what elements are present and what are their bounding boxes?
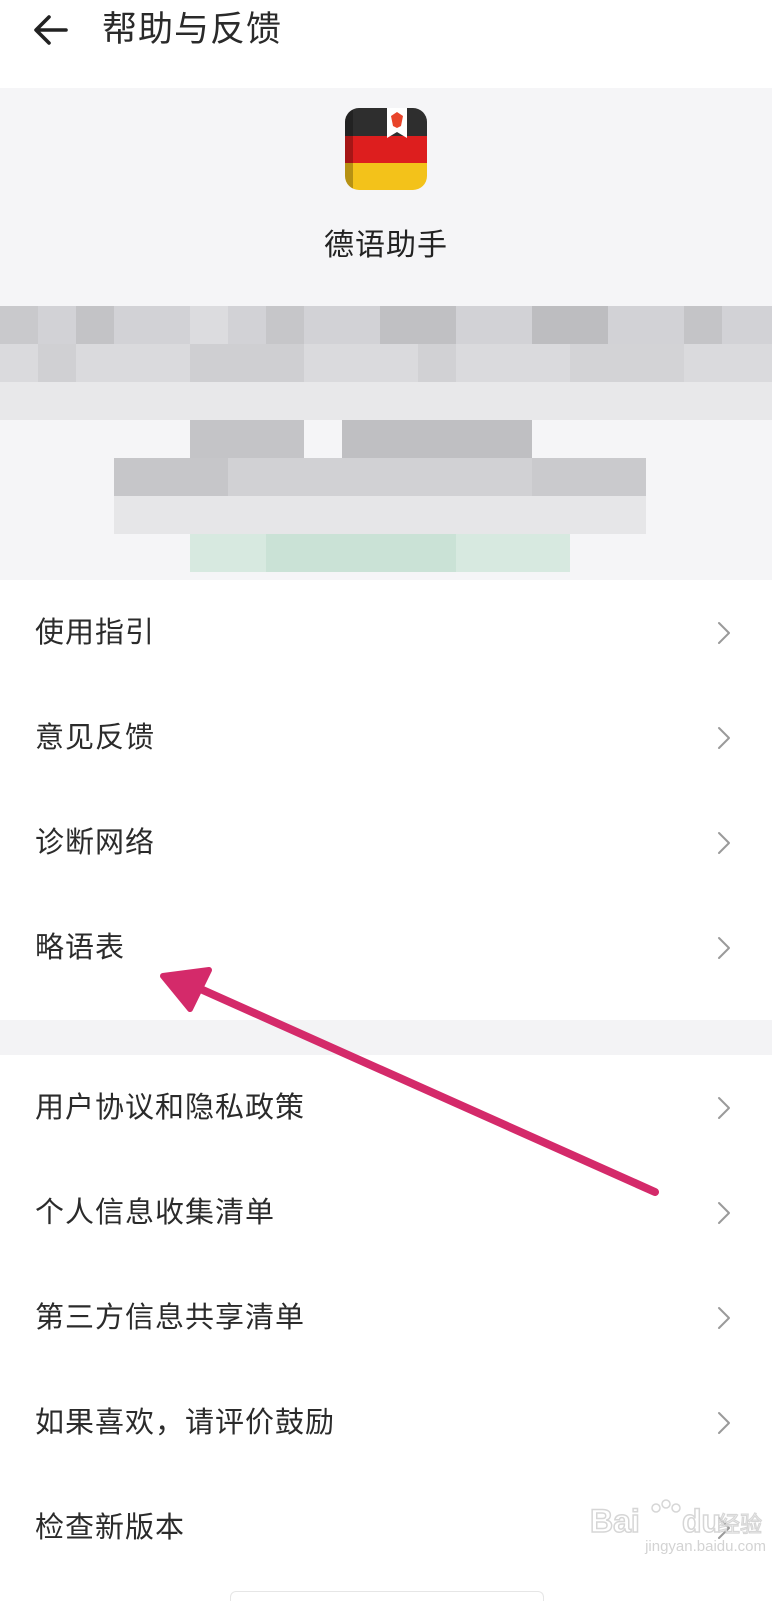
chevron-right-icon <box>718 727 730 749</box>
baidu-jingyan-watermark: Bai du 经验 jingyan.baidu.com <box>589 1498 766 1578</box>
menu-item-label: 略语表 <box>35 930 126 964</box>
svg-text:du: du <box>682 1503 721 1539</box>
menu-item-label: 用户协议和隐私政策 <box>35 1090 306 1124</box>
svg-text:Bai: Bai <box>590 1503 640 1539</box>
back-button[interactable] <box>26 6 74 54</box>
blurred-version-info <box>0 306 772 572</box>
chevron-right-icon <box>718 1412 730 1434</box>
app-info-section: 德语助手 <box>0 88 772 593</box>
menu-item-abbreviations[interactable]: 略语表 <box>0 895 772 1000</box>
watermark-url: jingyan.baidu.com <box>645 1538 766 1555</box>
menu-item-label: 检查新版本 <box>35 1510 186 1544</box>
baidu-logo-icon: Bai du 经验 <box>589 1499 763 1540</box>
chevron-right-icon <box>718 622 730 644</box>
menu-item-label: 第三方信息共享清单 <box>35 1300 306 1334</box>
app-name: 德语助手 <box>324 228 448 263</box>
chevron-right-icon <box>718 832 730 854</box>
page-title: 帮助与反馈 <box>102 10 283 50</box>
chevron-right-icon <box>718 1307 730 1329</box>
chevron-right-icon <box>718 937 730 959</box>
app-logo-icon <box>345 108 427 190</box>
menu-item-personal-info-list[interactable]: 个人信息收集清单 <box>0 1160 772 1265</box>
chevron-right-icon <box>718 1097 730 1119</box>
menu-item-label: 如果喜欢，请评价鼓励 <box>35 1405 336 1439</box>
menu-item-third-party-sharing[interactable]: 第三方信息共享清单 <box>0 1265 772 1370</box>
menu-item-label: 使用指引 <box>35 615 156 649</box>
menu-item-label: 诊断网络 <box>35 825 156 859</box>
svg-text:经验: 经验 <box>718 1513 762 1538</box>
chevron-right-icon <box>718 1202 730 1224</box>
menu-item-usage-guide[interactable]: 使用指引 <box>0 580 772 685</box>
app-header: 帮助与反馈 <box>0 0 772 88</box>
menu-item-rate-app[interactable]: 如果喜欢，请评价鼓励 <box>0 1370 772 1475</box>
arrow-left-icon <box>34 15 68 45</box>
menu-item-network-diagnosis[interactable]: 诊断网络 <box>0 790 772 895</box>
section-divider <box>0 1020 772 1055</box>
menu-item-feedback[interactable]: 意见反馈 <box>0 685 772 790</box>
menu-item-label: 个人信息收集清单 <box>35 1195 276 1229</box>
menu-item-user-agreement-privacy[interactable]: 用户协议和隐私政策 <box>0 1055 772 1160</box>
menu-item-label: 意见反馈 <box>35 720 156 754</box>
